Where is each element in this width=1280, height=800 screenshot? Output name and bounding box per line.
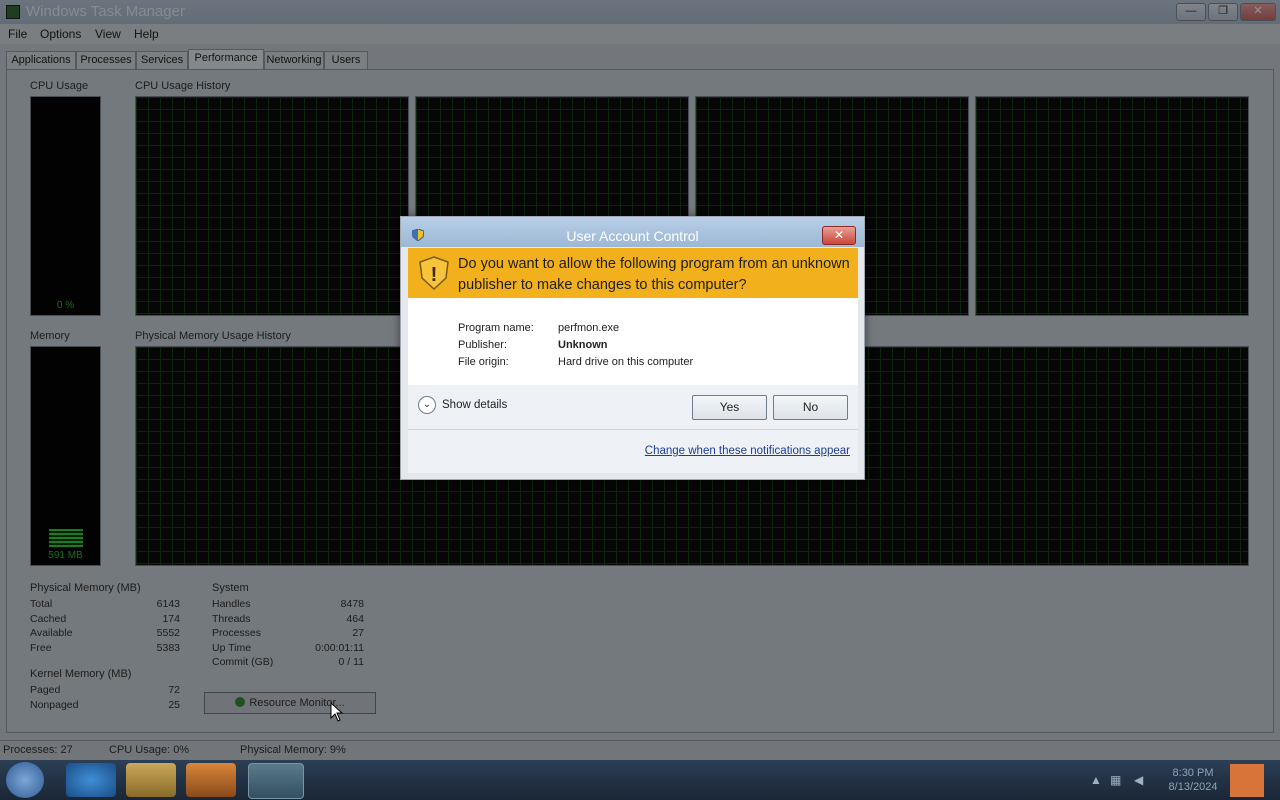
yes-button[interactable]: Yes — [692, 395, 767, 420]
uac-title-bar[interactable]: User Account Control ✕ — [401, 217, 864, 247]
file-origin-label: File origin: — [458, 356, 509, 368]
internet-explorer-icon[interactable] — [66, 763, 116, 797]
no-button[interactable]: No — [773, 395, 848, 420]
clock-date: 8/13/2024 — [1168, 781, 1218, 793]
file-origin-value: Hard drive on this computer — [558, 356, 694, 368]
uac-dialog: User Account Control ✕ ! Do you want to … — [400, 216, 865, 480]
mouse-cursor-icon — [330, 702, 344, 722]
volume-icon[interactable]: ◀ — [1134, 773, 1143, 787]
tray-chevron-icon[interactable]: ▲ — [1090, 773, 1102, 787]
clock-time: 8:30 PM — [1172, 767, 1214, 779]
network-icon[interactable]: ▦ — [1110, 773, 1121, 787]
chevron-down-icon: ⌄ — [418, 396, 436, 414]
clock[interactable]: 8:30 PM 8/13/2024 — [1163, 766, 1223, 794]
show-desktop-button[interactable] — [1230, 764, 1264, 797]
uac-close-button[interactable]: ✕ — [822, 226, 856, 245]
svg-text:!: ! — [431, 264, 438, 286]
warning-shield-icon: ! — [419, 256, 449, 290]
start-button[interactable] — [6, 762, 44, 798]
program-name-value: perfmon.exe — [558, 322, 620, 334]
media-player-icon[interactable] — [186, 763, 236, 797]
show-details-label: Show details — [442, 399, 508, 411]
explorer-folder-icon[interactable] — [126, 763, 176, 797]
uac-footer: ⌄ Show details Yes No Change when these … — [408, 385, 858, 473]
divider — [408, 429, 858, 430]
taskbar: ▲ ▦ ◀ — [0, 760, 1280, 800]
uac-warning-banner: ! Do you want to allow the following pro… — [408, 248, 858, 298]
change-notifications-link[interactable]: Change when these notifications appear — [645, 445, 850, 457]
task-manager-taskbar-icon[interactable] — [248, 763, 304, 799]
uac-program-info: Program name: perfmon.exe Publisher: Unk… — [408, 298, 858, 385]
program-name-label: Program name: — [458, 322, 534, 334]
uac-title: User Account Control — [566, 228, 699, 244]
uac-question: Do you want to allow the following progr… — [458, 256, 850, 293]
publisher-label: Publisher: — [458, 339, 507, 351]
publisher-value: Unknown — [558, 339, 608, 351]
